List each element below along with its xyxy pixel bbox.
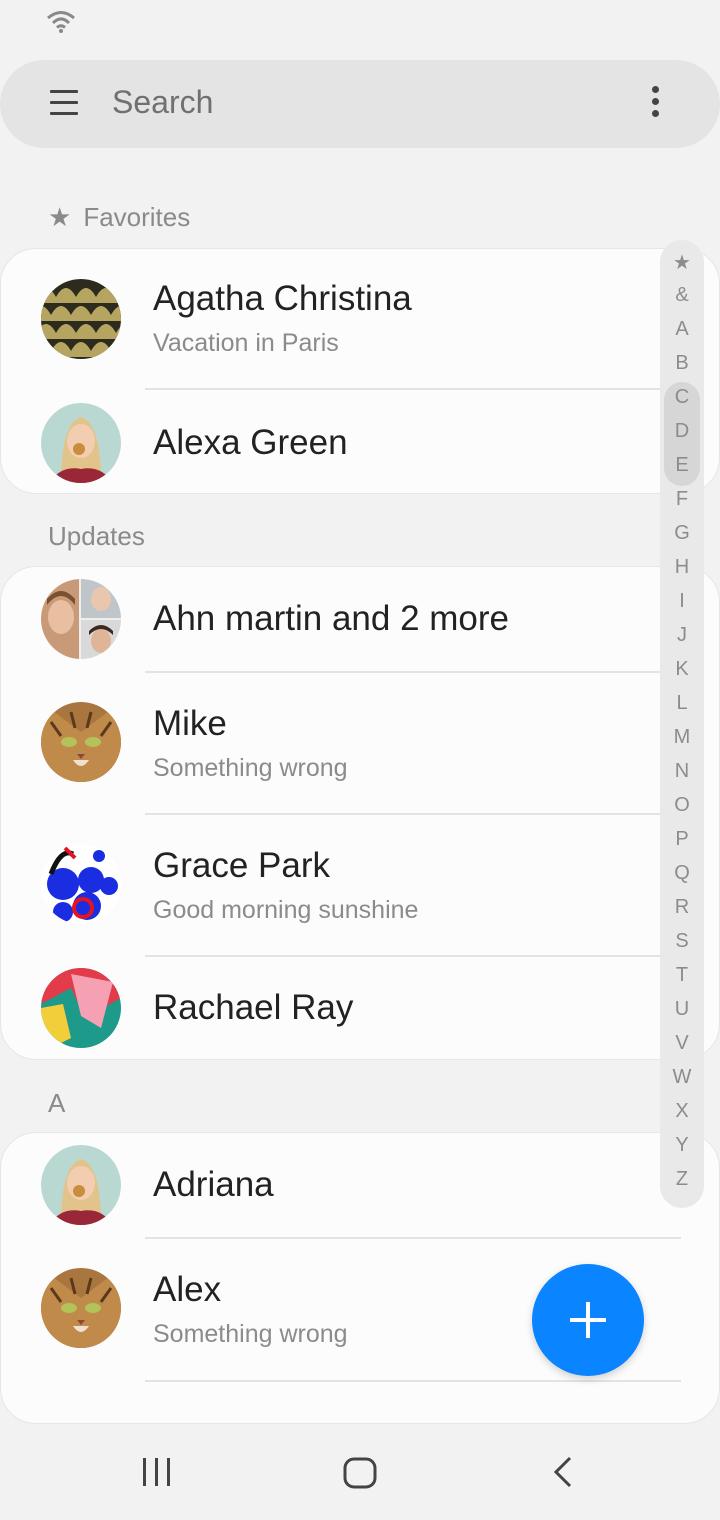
- index-letter[interactable]: D: [660, 420, 704, 443]
- index-letter[interactable]: Y: [660, 1134, 704, 1157]
- search-input[interactable]: Search: [112, 84, 213, 121]
- status-bar: [0, 0, 720, 50]
- navigation-bar: [0, 1430, 720, 1520]
- index-letter[interactable]: U: [660, 998, 704, 1021]
- back-icon[interactable]: [550, 1456, 576, 1488]
- updates-header: Updates: [48, 521, 145, 551]
- index-letter[interactable]: W: [660, 1066, 704, 1089]
- hamburger-menu-icon[interactable]: [50, 90, 78, 118]
- contact-name: Adriana: [153, 1165, 274, 1204]
- index-letter[interactable]: S: [660, 930, 704, 953]
- contact-avatar: [41, 702, 121, 782]
- index-letter[interactable]: C: [660, 386, 704, 409]
- divider: [145, 1380, 681, 1382]
- index-letter[interactable]: J: [660, 624, 704, 647]
- updates-card: Ahn martin and 2 more Mike Something wro…: [0, 566, 720, 1060]
- contact-name: Ahn martin and 2 more: [153, 599, 510, 638]
- index-letter[interactable]: K: [660, 658, 704, 681]
- index-letter[interactable]: O: [660, 794, 704, 817]
- index-letter[interactable]: A: [660, 318, 704, 341]
- contact-name: Rachael Ray: [153, 988, 354, 1027]
- index-letter[interactable]: Q: [660, 862, 704, 885]
- index-letter[interactable]: G: [660, 522, 704, 545]
- home-icon[interactable]: [342, 1456, 378, 1490]
- index-letter[interactable]: B: [660, 352, 704, 375]
- contact-name: Alex: [153, 1270, 222, 1309]
- plus-icon: [570, 1302, 606, 1338]
- contact-row[interactable]: Alexa Green: [1, 389, 720, 495]
- contact-row[interactable]: Mike Something wrong: [1, 672, 720, 815]
- contact-row[interactable]: Ahn martin and 2 more: [1, 567, 720, 673]
- contact-avatar: [41, 844, 121, 924]
- index-letter[interactable]: R: [660, 896, 704, 919]
- more-vertical-icon[interactable]: [648, 86, 662, 122]
- star-icon: ★: [48, 202, 72, 232]
- contact-status: Something wrong: [153, 1320, 348, 1348]
- contact-row[interactable]: Rachael Ray: [1, 956, 720, 1061]
- index-letter[interactable]: &: [660, 284, 704, 307]
- favorites-card: Agatha Christina Vacation in Paris Alexa…: [0, 248, 720, 494]
- contact-status: Something wrong: [153, 754, 348, 782]
- contact-avatar: [41, 279, 121, 359]
- contact-name: Mike: [153, 704, 227, 743]
- index-letter[interactable]: F: [660, 488, 704, 511]
- contact-row[interactable]: Grace Park Good morning sunshine: [1, 814, 720, 957]
- search-bar[interactable]: Search: [0, 60, 720, 148]
- contact-status: Good morning sunshine: [153, 896, 419, 924]
- index-letter[interactable]: E: [660, 454, 704, 477]
- index-letter[interactable]: P: [660, 828, 704, 851]
- contact-row[interactable]: Agatha Christina Vacation in Paris: [1, 249, 720, 390]
- contact-name: Agatha Christina: [153, 279, 412, 318]
- index-letter[interactable]: ★: [660, 250, 704, 275]
- index-letter[interactable]: H: [660, 556, 704, 579]
- index-letter[interactable]: V: [660, 1032, 704, 1055]
- contact-avatar: [41, 1268, 121, 1348]
- contact-avatar: [41, 1145, 121, 1225]
- index-letter[interactable]: T: [660, 964, 704, 987]
- contact-avatar: [41, 968, 121, 1048]
- group-avatar: [41, 579, 121, 659]
- section-a-header: A: [48, 1088, 66, 1118]
- index-letter[interactable]: Z: [660, 1168, 704, 1191]
- contact-status: Vacation in Paris: [153, 329, 339, 357]
- index-letter[interactable]: L: [660, 692, 704, 715]
- index-letter[interactable]: N: [660, 760, 704, 783]
- index-letter[interactable]: M: [660, 726, 704, 749]
- favorites-title: Favorites: [83, 202, 191, 232]
- add-contact-button[interactable]: [532, 1264, 644, 1376]
- contact-name: Grace Park: [153, 846, 330, 885]
- recents-icon[interactable]: [140, 1456, 174, 1488]
- favorites-header: ★ Favorites: [48, 202, 190, 233]
- contact-avatar: [41, 403, 121, 483]
- contact-name: Alexa Green: [153, 423, 348, 462]
- contact-row[interactable]: Adriana: [1, 1133, 720, 1239]
- index-letter[interactable]: X: [660, 1100, 704, 1123]
- index-letter[interactable]: I: [660, 590, 704, 613]
- wifi-icon: [47, 11, 75, 33]
